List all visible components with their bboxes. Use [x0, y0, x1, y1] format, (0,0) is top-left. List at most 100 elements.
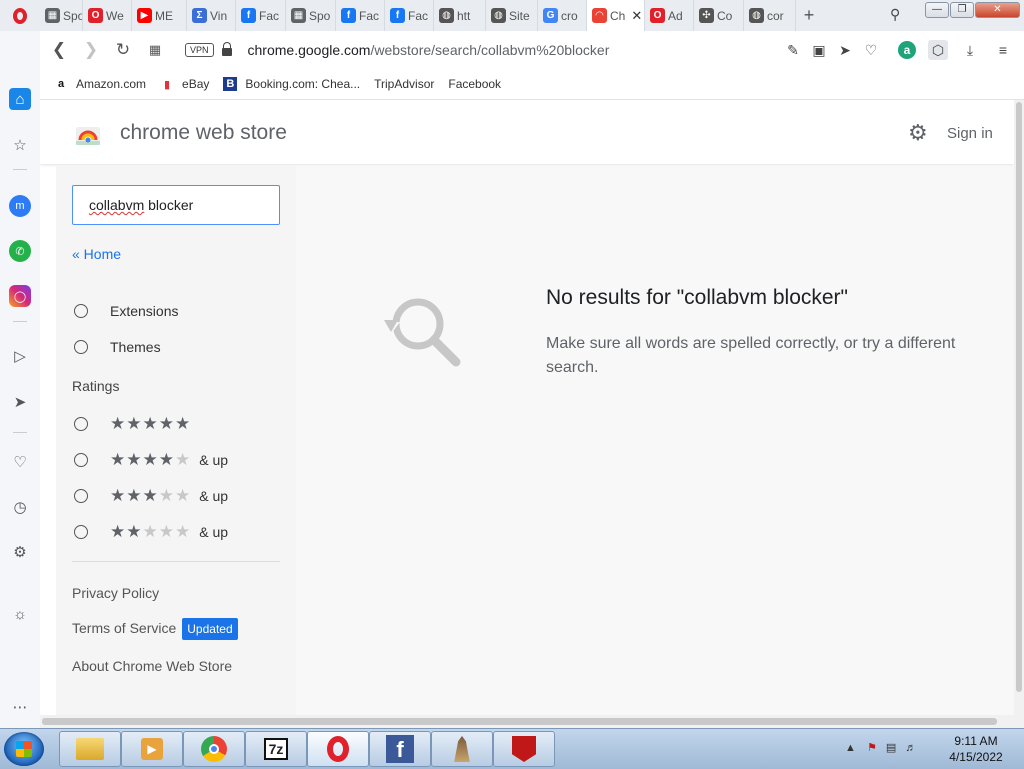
extension-cube-icon[interactable]: ⬡: [928, 40, 948, 60]
star-icon: ★: [126, 450, 142, 469]
send-icon[interactable]: ➤: [835, 40, 855, 60]
reload-button[interactable]: ↻: [107, 40, 139, 60]
bookmarks-star-icon[interactable]: ☆: [9, 134, 31, 156]
tab-overview-icon[interactable]: ▦: [139, 42, 171, 58]
action-center-icon[interactable]: ⚑: [867, 742, 877, 754]
star-icon: ★: [126, 486, 142, 505]
minimize-button[interactable]: —: [925, 2, 949, 18]
bookmark-3[interactable]: TripAdvisor: [80, 77, 434, 182]
speed-dial-home-icon[interactable]: ⌂: [9, 88, 31, 110]
bookmark-label: eBay: [182, 77, 210, 91]
tab-label: Fac: [259, 8, 280, 23]
scrollbar-thumb[interactable]: [1016, 102, 1022, 692]
tab-search-icon[interactable]: ⚲: [890, 6, 900, 23]
bookmark-1[interactable]: ▮ eBay: [160, 77, 209, 91]
filter-themes[interactable]: Themes: [74, 339, 161, 355]
scrollbar-thumb[interactable]: [42, 718, 997, 725]
radio-button[interactable]: [74, 417, 88, 431]
history-clock-icon[interactable]: ◷: [9, 496, 31, 518]
tab-11[interactable]: ◠ Ch ✕: [587, 0, 645, 31]
url-field[interactable]: chrome.google.com/webstore/search/collab…: [248, 42, 610, 58]
new-tab-button[interactable]: +: [796, 5, 822, 26]
opera-menu-button[interactable]: [0, 0, 40, 31]
radio-button[interactable]: [74, 453, 88, 467]
filter-extensions[interactable]: Extensions: [74, 303, 178, 319]
start-button[interactable]: [4, 732, 44, 766]
forward-button[interactable]: ❯: [75, 40, 107, 60]
tab-0[interactable]: ▦ Spo: [40, 0, 83, 31]
player-icon[interactable]: ▷: [9, 345, 31, 367]
filter-rating-5[interactable]: ★ ★ ★ ★ ★: [74, 414, 199, 434]
instagram-icon[interactable]: ◯: [9, 285, 31, 307]
aria-extension-icon[interactable]: a: [898, 41, 916, 59]
tab-8[interactable]: ◍ htt: [434, 0, 486, 31]
star-rating: ★ ★ ★ ★ ★: [110, 414, 191, 434]
chrome-icon[interactable]: [183, 731, 245, 767]
opera-icon[interactable]: [307, 731, 369, 767]
bookmark-2[interactable]: B Booking.com: Chea...: [223, 77, 360, 91]
chrome-web-store-logo-icon[interactable]: [75, 122, 101, 146]
search-input[interactable]: collabvm blocker: [72, 185, 280, 225]
volume-icon[interactable]: ♬: [905, 742, 916, 754]
store-title[interactable]: chrome web store: [120, 121, 287, 145]
tab-7[interactable]: f Fac: [385, 0, 434, 31]
tab-9[interactable]: ◍ Site: [486, 0, 538, 31]
about-store-link[interactable]: About Chrome Web Store: [72, 658, 232, 674]
facebook-icon[interactable]: f: [369, 731, 431, 767]
tab-2[interactable]: ▶ ME: [132, 0, 187, 31]
vpn-badge[interactable]: VPN: [185, 43, 214, 57]
tab-12[interactable]: O Ad: [645, 0, 694, 31]
terms-of-service-link[interactable]: Terms of Service: [72, 620, 176, 636]
my-flow-heart-icon[interactable]: ♡: [9, 451, 31, 473]
tab-6[interactable]: f Fac: [336, 0, 385, 31]
home-link[interactable]: « Home: [72, 246, 121, 262]
tab-1[interactable]: O We: [83, 0, 132, 31]
tab-4[interactable]: f Fac: [236, 0, 286, 31]
filter-rating-4[interactable]: ★ ★ ★ ★ ★ & up: [74, 450, 228, 470]
more-dots-icon[interactable]: ⋯: [9, 696, 31, 718]
heart-icon[interactable]: ♡: [861, 40, 881, 60]
media-player-icon[interactable]: ▶: [121, 731, 183, 767]
tab-label: We: [106, 8, 124, 23]
messenger-icon[interactable]: m: [9, 195, 31, 217]
bookmark-0[interactable]: a Amazon.com: [54, 77, 146, 91]
tray-expand-icon[interactable]: ▲: [845, 742, 856, 754]
close-tab-icon[interactable]: ✕: [631, 8, 642, 24]
tips-lightbulb-icon[interactable]: ☼: [9, 603, 31, 625]
tab-13[interactable]: ✣ Co: [694, 0, 744, 31]
7zip-icon[interactable]: 7z: [245, 731, 307, 767]
privacy-policy-link[interactable]: Privacy Policy: [72, 585, 159, 601]
clock[interactable]: 9:11 AM 4/15/2022: [944, 733, 1008, 765]
bookmark-4[interactable]: Facebook: [80, 77, 501, 182]
radio-button[interactable]: [74, 304, 88, 318]
whatsapp-icon[interactable]: ✆: [9, 240, 31, 262]
network-tray-icon[interactable]: ▤: [886, 742, 896, 754]
easy-setup-icon[interactable]: ≡: [993, 40, 1013, 60]
radio-button[interactable]: [74, 525, 88, 539]
tab-5[interactable]: ▦ Spo: [286, 0, 336, 31]
radio-button[interactable]: [74, 489, 88, 503]
filter-rating-2[interactable]: ★ ★ ★ ★ ★ & up: [74, 522, 228, 542]
vertical-scrollbar[interactable]: [1014, 100, 1024, 715]
settings-gear-icon[interactable]: ⚙: [9, 541, 31, 563]
tab-3[interactable]: Σ Vin: [187, 0, 236, 31]
file-explorer-icon[interactable]: [59, 731, 121, 767]
flow-send-icon[interactable]: ➤: [9, 391, 31, 413]
maximize-button[interactable]: ❐: [950, 2, 974, 18]
tab-14[interactable]: ◍ cor: [744, 0, 796, 31]
mcafee-icon[interactable]: [493, 731, 555, 767]
network-icon[interactable]: [431, 731, 493, 767]
settings-gear-icon[interactable]: ⚙: [908, 120, 928, 146]
filter-rating-3[interactable]: ★ ★ ★ ★ ★ & up: [74, 486, 228, 506]
radio-button[interactable]: [74, 340, 88, 354]
edit-icon[interactable]: ✎: [783, 40, 803, 60]
camera-icon[interactable]: ▣: [809, 40, 829, 60]
tab-10[interactable]: Gcro: [538, 0, 587, 31]
sign-in-link[interactable]: Sign in: [947, 125, 993, 142]
download-icon[interactable]: ⤓: [960, 40, 980, 60]
close-window-button[interactable]: ✕: [975, 2, 1020, 18]
horizontal-scrollbar[interactable]: [40, 715, 1024, 728]
lock-icon[interactable]: [221, 42, 232, 56]
back-button[interactable]: ❮: [43, 40, 75, 60]
rating-suffix: & up: [199, 452, 229, 468]
